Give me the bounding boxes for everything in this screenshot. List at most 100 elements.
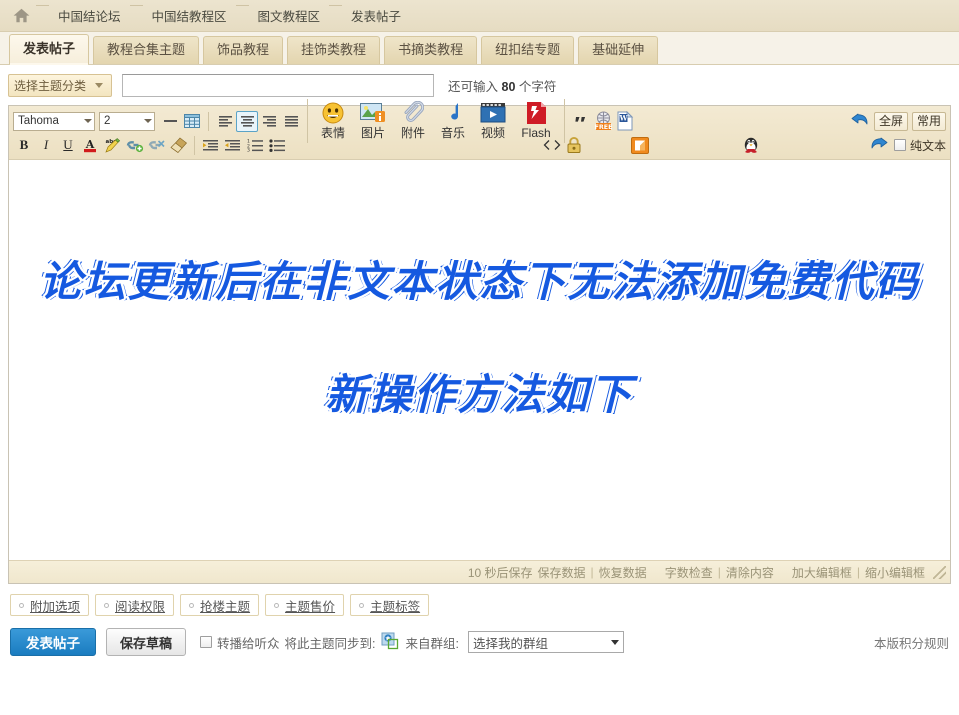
indent-icon[interactable] [222, 135, 244, 156]
category-select-label: 选择主题分类 [14, 78, 87, 93]
breadcrumb-item-2[interactable]: 图文教程区 [236, 0, 330, 32]
smilies-label: 表情 [320, 125, 345, 140]
group-select[interactable]: 选择我的群组 [468, 631, 624, 653]
music-button[interactable]: 音乐 [433, 99, 473, 144]
clear-content-link[interactable]: 清除内容 [726, 564, 774, 581]
bold-icon[interactable]: B [13, 135, 35, 156]
video-button[interactable]: 视频 [473, 99, 513, 144]
race-floor-button[interactable]: 抢楼主题 [180, 594, 260, 616]
breadcrumb-item-0[interactable]: 中国结论坛 [36, 0, 130, 32]
status-divider: | [717, 565, 721, 579]
clear-format-icon[interactable] [167, 135, 189, 156]
topic-tags-button[interactable]: 主题标签 [350, 594, 430, 616]
breadcrumb-item-3[interactable]: 发表帖子 [329, 0, 410, 32]
document-line-2: 新操作方法如下 [325, 370, 634, 419]
image-icon [360, 100, 386, 126]
read-permission-label: 阅读权限 [115, 599, 166, 614]
italic-icon[interactable]: I [35, 135, 57, 156]
plaintext-checkbox[interactable] [893, 139, 906, 151]
font-size-select[interactable]: 2 [99, 111, 155, 131]
enlarge-box-link[interactable]: 加大编辑框 [792, 564, 852, 581]
chevron-down-icon [144, 119, 152, 123]
outdent-icon[interactable] [200, 135, 222, 156]
post-button[interactable]: 发表帖子 [10, 628, 96, 656]
word-check-link[interactable]: 字数检查 [665, 564, 713, 581]
font-family-value: Tahoma [18, 115, 59, 127]
sync-label: 将此主题同步到: [284, 636, 376, 651]
film-icon [480, 100, 506, 126]
post-editor: Tahoma 2 表情 图片 附件 音乐 视频 Flash FREE W 全屏 … [8, 99, 951, 584]
source-code-icon[interactable] [541, 135, 563, 156]
hide-content-icon[interactable] [563, 135, 585, 156]
image-label: 图片 [360, 125, 385, 140]
media-box-icon[interactable] [629, 135, 651, 156]
align-justify-icon[interactable] [280, 111, 302, 132]
align-center-icon[interactable] [236, 110, 258, 132]
table-icon[interactable] [181, 111, 203, 132]
resize-grip[interactable] [933, 565, 946, 579]
broadcast-checkbox[interactable] [200, 636, 213, 648]
shrink-box-link[interactable]: 缩小编辑框 [865, 564, 925, 581]
svg-text:W: W [619, 114, 628, 123]
remove-link-icon[interactable] [145, 135, 167, 156]
save-data-link[interactable]: 保存数据 [538, 564, 586, 581]
editor-toolbar: Tahoma 2 表情 图片 附件 音乐 视频 Flash FREE W 全屏 … [9, 99, 950, 160]
bullet-icon [189, 602, 195, 608]
tab-basic-extension[interactable]: 基础延伸 [578, 36, 659, 64]
font-size-value: 2 [104, 115, 111, 127]
tab-jewelry-tutorial[interactable]: 饰品教程 [203, 36, 284, 64]
align-right-icon[interactable] [258, 111, 280, 132]
music-note-icon [443, 100, 463, 126]
credit-rule-link[interactable]: 本版积分规则 [874, 633, 949, 652]
undo-icon[interactable] [849, 111, 870, 131]
bullet-icon [19, 602, 24, 608]
read-permission-button[interactable]: 阅读权限 [95, 594, 175, 616]
document-line-1: 论坛更新后在非文本状态下无法添加免费代码 [39, 257, 920, 306]
category-select[interactable]: 选择主题分类 [8, 73, 112, 97]
fullscreen-button[interactable]: 全屏 [873, 111, 908, 131]
char-count-prefix: 还可输入 [448, 79, 499, 94]
toolbar-right-group-2: 纯文本 [869, 135, 946, 155]
quote-icon[interactable] [570, 111, 592, 132]
image-button[interactable]: 图片 [353, 99, 393, 144]
underline-icon[interactable]: U [57, 135, 79, 156]
breadcrumb-item-1[interactable]: 中国结教程区 [130, 0, 236, 32]
restore-data-link[interactable]: 恢复数据 [599, 564, 647, 581]
smilies-button[interactable]: 表情 [313, 99, 353, 144]
free-code-icon[interactable]: FREE [592, 111, 614, 132]
broadcast-label[interactable]: 转播给听众 [217, 633, 280, 652]
bullet-icon [274, 602, 280, 608]
svg-text:3: 3 [247, 148, 250, 152]
common-toolbar-button[interactable]: 常用 [911, 111, 946, 131]
tab-tutorial-collection[interactable]: 教程合集主题 [93, 36, 200, 64]
unordered-list-icon[interactable] [266, 135, 288, 156]
music-label: 音乐 [440, 125, 465, 140]
extra-options-label: 附加选项 [30, 599, 81, 614]
home-link[interactable] [6, 0, 36, 32]
subject-input[interactable] [122, 73, 434, 97]
save-draft-button[interactable]: 保存草稿 [106, 628, 187, 656]
qq-icon[interactable] [740, 135, 762, 156]
insert-link-icon[interactable] [123, 135, 145, 156]
attachment-button[interactable]: 附件 [393, 99, 433, 144]
horizontal-rule-icon[interactable] [159, 111, 181, 132]
chevron-down-icon [611, 639, 619, 645]
home-icon [13, 8, 29, 23]
qzone-icon[interactable] [381, 631, 401, 654]
extra-options-button[interactable]: 附加选项 [10, 594, 90, 616]
tab-button-knot-topic[interactable]: 纽扣结专题 [481, 36, 575, 64]
plaintext-label[interactable]: 纯文本 [910, 137, 946, 154]
editor-content-area[interactable]: 论坛更新后在非文本状态下无法添加免费代码 新操作方法如下 [9, 160, 950, 560]
topic-price-button[interactable]: 主题售价 [265, 594, 345, 616]
font-color-icon[interactable]: A [79, 135, 101, 156]
tab-post-new[interactable]: 发表帖子 [9, 34, 90, 65]
tab-bookmark-tutorial[interactable]: 书摘类教程 [384, 36, 478, 64]
bottom-action-bar: 发表帖子 保存草稿 转播给听众 将此主题同步到: 来自群组: 选择我的群组 本版… [0, 616, 959, 656]
word-paste-icon[interactable]: W [614, 111, 636, 132]
tab-pendant-tutorial[interactable]: 挂饰类教程 [287, 36, 381, 64]
align-left-icon[interactable] [214, 111, 236, 132]
font-family-select[interactable]: Tahoma [13, 111, 95, 131]
ordered-list-icon[interactable]: 1 2 3 [244, 135, 266, 156]
redo-icon[interactable] [869, 135, 890, 155]
highlight-color-icon[interactable]: abc [101, 135, 123, 156]
